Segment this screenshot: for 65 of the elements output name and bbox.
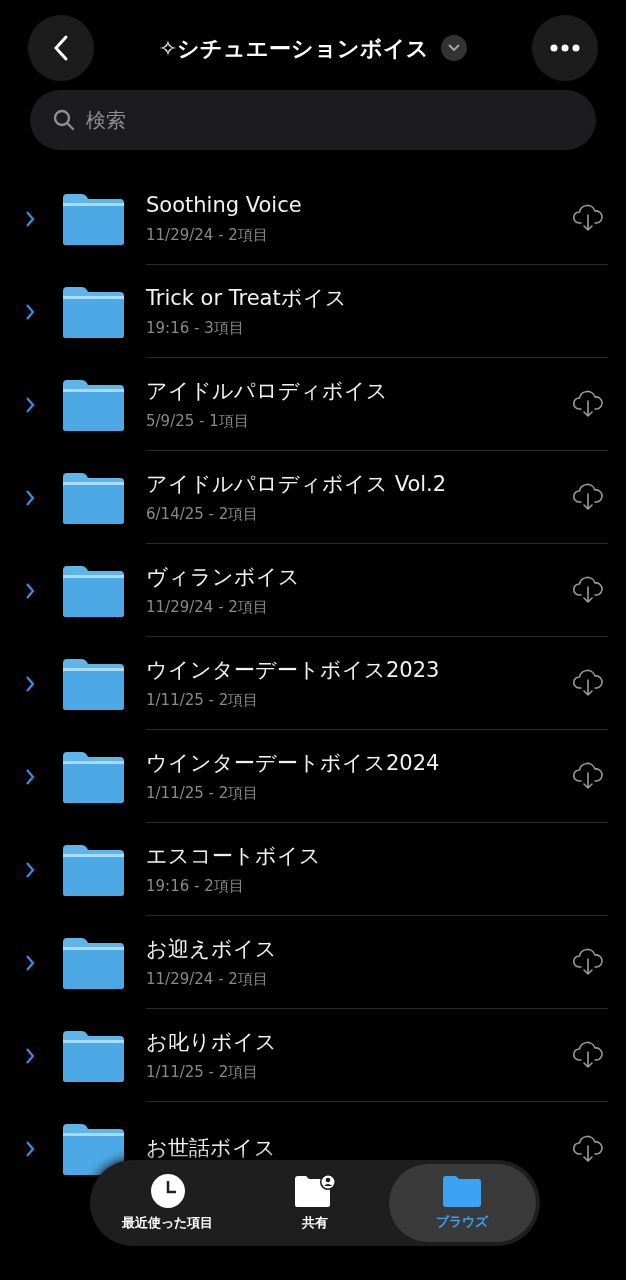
folder-info: 19:16 - 2項目	[146, 875, 245, 897]
folder-info: 19:16 - 3項目	[146, 317, 245, 339]
folder-icon	[60, 470, 126, 525]
folder-name[interactable]: Soothing Voice	[146, 190, 568, 222]
shared-folder-icon	[293, 1173, 337, 1210]
chevron-right-icon[interactable]	[25, 1046, 35, 1065]
folder-info: 1/11/25 - 2項目	[146, 689, 260, 711]
folder-info: 11/29/24 - 2項目	[146, 224, 269, 246]
folder-name[interactable]: お迎えボイス	[146, 934, 568, 966]
folder-name[interactable]: ヴィランボイス	[146, 562, 568, 594]
chevron-right-icon[interactable]	[25, 395, 35, 414]
cloud-download-icon[interactable]	[572, 669, 604, 697]
folder-icon	[60, 1028, 126, 1083]
folder-info: 5/9/25 - 1項目	[146, 410, 250, 432]
chevron-right-icon[interactable]	[25, 302, 35, 321]
cloud-download-icon[interactable]	[572, 1134, 604, 1163]
folder-icon	[442, 1174, 483, 1209]
chevron-right-icon[interactable]	[25, 767, 35, 786]
chevron-right-icon[interactable]	[25, 209, 35, 228]
chevron-down-icon	[448, 44, 461, 52]
folder-info: 6/14/25 - 2項目	[146, 503, 260, 525]
tab[interactable]: ブラウズ	[388, 1164, 536, 1242]
folder-icon	[60, 749, 126, 804]
tab[interactable]: 共有	[241, 1164, 389, 1242]
cloud-download-icon[interactable]	[572, 576, 604, 604]
cloud-download-icon[interactable]	[572, 390, 604, 418]
folder-info: 11/29/24 - 2項目	[146, 596, 269, 618]
more-icon	[550, 44, 580, 52]
folder-name[interactable]: エスコートボイス	[146, 841, 568, 873]
folder-name[interactable]: アイドルパロディボイス Vol.2	[146, 469, 568, 501]
chevron-left-icon	[53, 34, 69, 62]
chevron-right-icon[interactable]	[25, 581, 35, 600]
tab[interactable]: 最近使った項目	[94, 1164, 242, 1242]
cloud-download-icon[interactable]	[572, 204, 604, 232]
folder-icon	[60, 563, 126, 618]
folder-name[interactable]: Trick or Treatボイス	[146, 283, 568, 315]
folder-icon	[60, 191, 126, 246]
clock-icon	[149, 1173, 186, 1210]
search-field[interactable]: 検索	[30, 90, 596, 150]
cloud-download-icon[interactable]	[572, 483, 604, 511]
folder-icon	[60, 1121, 126, 1176]
folder-name[interactable]: ウインターデートボイス2024	[146, 748, 568, 780]
folder-icon	[60, 377, 126, 432]
chevron-right-icon[interactable]	[25, 860, 35, 879]
folder-name[interactable]: アイドルパロディボイス	[146, 376, 568, 408]
folder-name[interactable]: お世話ボイス	[146, 1132, 568, 1165]
folder-info: 1/11/25 - 2項目	[146, 782, 260, 804]
cloud-download-icon[interactable]	[572, 1041, 604, 1069]
folder-info: 11/29/24 - 2項目	[146, 968, 269, 990]
folder-title: ✧シチュエーションボイス	[158, 34, 430, 63]
chevron-right-icon[interactable]	[25, 1139, 35, 1158]
chevron-right-icon[interactable]	[25, 953, 35, 972]
folder-icon	[60, 284, 126, 339]
search-icon	[52, 108, 76, 132]
cloud-download-icon[interactable]	[572, 948, 604, 976]
chevron-right-icon[interactable]	[25, 488, 35, 507]
chevron-right-icon[interactable]	[25, 674, 35, 693]
folder-info: 1/11/25 - 2項目	[146, 1061, 260, 1083]
title-menu-button[interactable]	[441, 35, 468, 61]
folder-icon	[60, 935, 126, 990]
folder-icon	[60, 656, 126, 711]
folder-icon	[60, 842, 126, 897]
cloud-download-icon[interactable]	[572, 762, 604, 790]
folder-name[interactable]: お叱りボイス	[146, 1027, 568, 1059]
folder-name[interactable]: ウインターデートボイス2023	[146, 655, 568, 687]
